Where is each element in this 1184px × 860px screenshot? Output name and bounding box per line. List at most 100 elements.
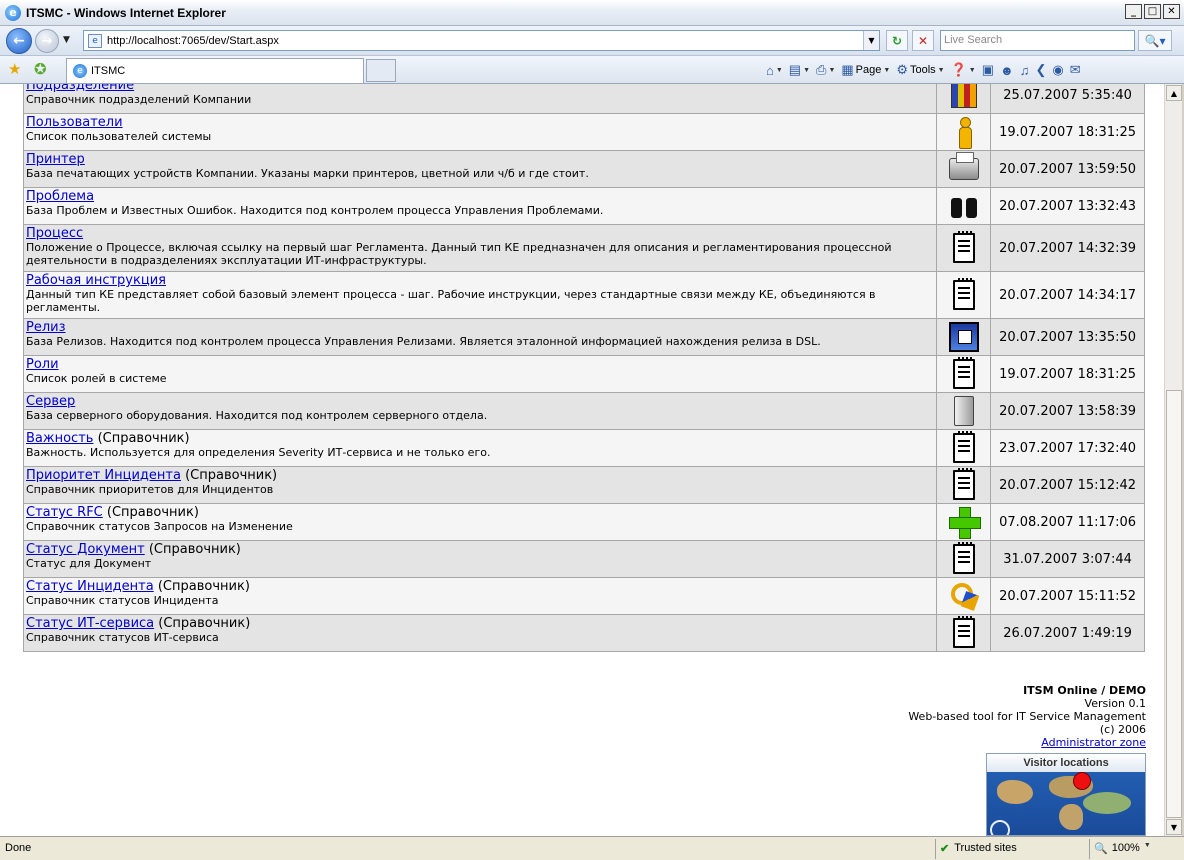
document-icon: [952, 357, 975, 389]
music-button[interactable]: ♫: [1020, 63, 1030, 78]
row-icon-cell: [936, 271, 992, 319]
tools-menu[interactable]: ⚙ Tools ▼: [896, 62, 944, 78]
page-icon: e: [88, 33, 102, 48]
url-dropdown-button[interactable]: ▼: [863, 31, 879, 50]
scroll-thumb[interactable]: [1166, 390, 1182, 818]
row-description-cell: Статус RFC (Справочник) Справочник статус…: [22, 503, 938, 541]
row-link[interactable]: Статус Документ: [26, 542, 145, 557]
visitor-locations-widget[interactable]: Visitor locations: [986, 753, 1146, 836]
search-input[interactable]: Live Search: [940, 30, 1135, 51]
tab-itsmc[interactable]: e ITSMC: [66, 58, 364, 83]
url-field[interactable]: e http://localhost:7065/dev/Start.aspx ▼: [83, 30, 880, 51]
row-description-cell: Принтер База печатающих устройств Компани…: [22, 150, 938, 188]
row-link[interactable]: Релиз: [26, 320, 66, 335]
keys-icon: [949, 581, 979, 611]
vertical-scrollbar[interactable]: ▲ ▼: [1164, 84, 1182, 836]
forward-button[interactable]: →: [35, 29, 59, 53]
printer-icon: ⎙: [816, 62, 827, 77]
checkmark-icon: ✔: [940, 843, 950, 855]
globe-button[interactable]: ◉: [1052, 62, 1063, 78]
row-date: 19.07.2007 18:31:25: [990, 355, 1145, 393]
person-icon: [957, 117, 972, 149]
row-icon-cell: [936, 466, 992, 504]
mail-button[interactable]: ✉: [1070, 62, 1081, 78]
row-icon-cell: [936, 503, 992, 541]
map-landmass: [1059, 804, 1083, 830]
row-link[interactable]: Проблема: [26, 189, 94, 204]
zoom-level: 100%: [1111, 842, 1140, 854]
map-landmass: [1083, 792, 1131, 814]
stop-button[interactable]: ✕: [912, 30, 934, 51]
document-icon: [952, 542, 975, 574]
row-date: 20.07.2007 13:32:43: [990, 187, 1145, 225]
row-icon-cell: [936, 150, 992, 188]
row-icon-cell: [936, 392, 992, 430]
page-menu[interactable]: ▦ Page ▼: [841, 62, 890, 78]
close-button[interactable]: ✕: [1163, 4, 1180, 19]
row-date: 20.07.2007 14:32:39: [990, 224, 1145, 272]
zoom-control[interactable]: 🔍 100% ▼: [1089, 839, 1184, 859]
row-link[interactable]: Статус Инцидента: [26, 579, 154, 594]
row-icon-cell: [936, 355, 992, 393]
table-row: Роли Список ролей в системе 19.07.2007 18:…: [22, 355, 1145, 393]
row-link[interactable]: Статус RFC: [26, 505, 103, 520]
visitor-locations-title: Visitor locations: [987, 754, 1145, 772]
home-button[interactable]: ⌂ ▼: [766, 63, 783, 78]
row-subtext: Список пользователей системы: [26, 130, 212, 143]
table-row: Пользователи Список пользователей системы…: [22, 113, 1145, 151]
back-button[interactable]: ←: [6, 28, 32, 54]
help-button[interactable]: ❓ ▼: [951, 62, 976, 78]
print-button[interactable]: ⎙ ▼: [816, 62, 835, 78]
row-description-cell: Приоритет Инцидента (Справочник) Справочн…: [22, 466, 938, 504]
row-link[interactable]: Пользователи: [26, 115, 123, 130]
row-subtext: Статус для Документ: [26, 557, 152, 570]
messenger-button[interactable]: ☻: [1000, 63, 1014, 78]
row-link[interactable]: Важность: [26, 431, 93, 446]
add-favorites-icon[interactable]: ✪: [34, 60, 47, 78]
row-link[interactable]: Принтер: [26, 152, 85, 167]
security-zone[interactable]: ✔ Trusted sites: [935, 839, 1089, 859]
title-bar: e ITSMC - Windows Internet Explorer _ □ …: [0, 0, 1184, 26]
row-description-cell: Статус Инцидента (Справочник) Справочник …: [22, 577, 938, 615]
command-bar: ★ ✪ e ITSMC ⌂ ▼ ▤ ▼ ⎙ ▼ ▦ Page ▼ ⚙ Tools ▼ ❓ ▼ ▣…: [0, 56, 1184, 84]
release-icon: [948, 322, 979, 352]
command-tools: ⌂ ▼ ▤ ▼ ⎙ ▼ ▦ Page ▼ ⚙ Tools ▼ ❓ ▼ ▣ ☻ ♫ ❮ ◉ ✉: [766, 60, 1081, 80]
page-menu-label: Page: [855, 64, 882, 76]
feeds-button[interactable]: ▤ ▼: [789, 62, 810, 78]
history-dropdown-icon[interactable]: ▼: [63, 35, 70, 45]
row-date: 20.07.2007 15:12:42: [990, 466, 1145, 504]
url-text[interactable]: http://localhost:7065/dev/Start.aspx: [107, 35, 863, 47]
scroll-down-button[interactable]: ▼: [1166, 819, 1182, 835]
blog-button[interactable]: ❮: [1035, 62, 1046, 78]
minimize-button[interactable]: _: [1125, 4, 1142, 19]
row-link[interactable]: Приоритет Инцидента: [26, 468, 181, 483]
row-date: 19.07.2007 18:31:25: [990, 113, 1145, 151]
row-subtext: Положение о Процессе, включая ссылку на …: [26, 241, 892, 267]
row-suffix: (Справочник): [102, 505, 199, 520]
zoom-dropdown-icon[interactable]: ▼: [1144, 842, 1151, 859]
row-link[interactable]: Сервер: [26, 394, 75, 409]
research-button[interactable]: ▣: [982, 62, 994, 78]
row-date: 25.07.2007 5:35:40: [990, 84, 1145, 114]
row-link[interactable]: Статус ИТ-сервиса: [26, 616, 154, 631]
maximize-button[interactable]: □: [1144, 4, 1161, 19]
favorites-star-icon[interactable]: ★: [8, 60, 21, 78]
search-button[interactable]: 🔍▾: [1138, 30, 1172, 51]
row-link[interactable]: Процесс: [26, 226, 83, 241]
row-link[interactable]: Рабочая инструкция: [26, 273, 166, 288]
people-icon: ☻: [1000, 62, 1014, 78]
status-bar: Done ✔ Trusted sites 🔍 100% ▼: [0, 836, 1184, 860]
row-link[interactable]: Подразделение: [26, 84, 134, 93]
table-row: Сервер База серверного оборудования. Нахо…: [22, 392, 1145, 430]
new-tab-button[interactable]: [366, 59, 396, 82]
refresh-button[interactable]: ↻: [886, 30, 908, 51]
document-icon: [952, 278, 975, 310]
administrator-zone-link[interactable]: Administrator zone: [1041, 736, 1146, 749]
scroll-up-button[interactable]: ▲: [1166, 85, 1182, 101]
table-row: Статус RFC (Справочник) Справочник статус…: [22, 503, 1145, 541]
footer-copyright: (c) 2006: [1099, 723, 1146, 736]
row-icon-cell: [936, 224, 992, 272]
document-icon: [952, 231, 975, 263]
row-link[interactable]: Роли: [26, 357, 59, 372]
security-zone-label: Trusted sites: [954, 842, 1017, 854]
